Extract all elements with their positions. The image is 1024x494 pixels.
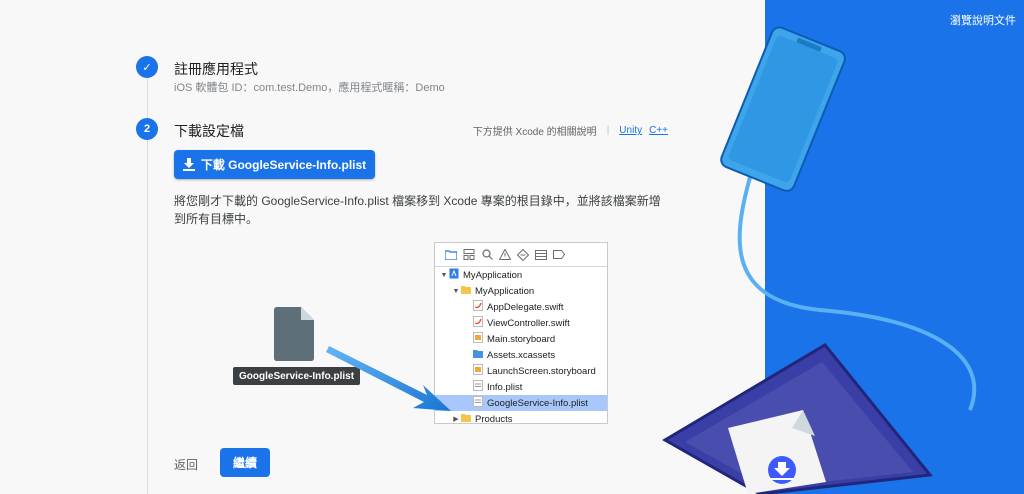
unity-link[interactable]: Unity <box>619 125 642 136</box>
tree-row-label: GoogleService-Info.plist <box>487 397 588 409</box>
swift-file-icon <box>473 316 487 330</box>
tree-row-label: ViewController.swift <box>487 317 570 329</box>
disclosure-collapsed-icon[interactable]: ▶ <box>451 415 461 423</box>
download-button-label: 下載 GoogleService-Info.plist <box>200 158 367 172</box>
tree-row[interactable]: ▶ Products <box>435 411 607 424</box>
list-icon <box>535 249 547 261</box>
help-separator: | <box>606 125 610 136</box>
xcode-toolbar <box>435 243 607 267</box>
storyboard-file-icon <box>473 332 487 346</box>
xcode-navigator: ▼ MyApplication ▼ MyApplication AppDelegate.… <box>434 242 608 424</box>
project-file-icon <box>449 268 463 282</box>
tree-row-label: Main.storyboard <box>487 333 556 345</box>
tree-row-label: MyApplication <box>475 285 535 297</box>
step1-subtitle: iOS 軟體包 ID：com.test.Demo，應用程式暱稱：Demo <box>174 82 445 94</box>
step2-title: 下載設定檔 <box>174 123 244 139</box>
tree-row[interactable]: Main.storyboard <box>435 331 607 347</box>
tree-row-label: Products <box>475 413 513 424</box>
tag-icon <box>553 249 565 261</box>
plist-file-icon <box>473 396 487 410</box>
warning-icon <box>499 249 511 261</box>
storyboard-file-icon <box>473 364 487 378</box>
step1-title: 註冊應用程式 <box>174 61 258 77</box>
phone-laptop-illustration <box>662 26 977 494</box>
plist-file-icon <box>274 307 314 361</box>
tree-row[interactable]: ▼ MyApplication <box>435 283 607 299</box>
folder-file-icon <box>461 284 475 298</box>
tree-row-label: MyApplication <box>463 269 523 281</box>
step1-check-icon: ✓ <box>136 56 158 78</box>
diamond-icon <box>517 248 529 261</box>
platform-help: 下方提供 Xcode 的相關說明 | Unity C++ <box>473 123 668 138</box>
download-icon <box>182 158 195 171</box>
folder-file-icon <box>461 412 475 423</box>
tree-row[interactable]: Info.plist <box>435 379 607 395</box>
hierarchy-icon <box>463 249 475 261</box>
plist-file-icon <box>473 380 487 394</box>
search-icon <box>481 249 493 261</box>
step2-description: 將您剛才下載的 GoogleService-Info.plist 檔案移到 Xc… <box>174 194 661 226</box>
tree-row-label: LaunchScreen.storyboard <box>487 365 596 377</box>
disclosure-expanded-icon[interactable]: ▼ <box>451 288 461 295</box>
drag-arrow-icon <box>326 346 451 411</box>
assets-file-icon <box>473 348 487 362</box>
disclosure-expanded-icon[interactable]: ▼ <box>439 272 449 279</box>
tree-row-label: Info.plist <box>487 381 523 393</box>
tree-row[interactable]: GoogleService-Info.plist <box>435 395 607 411</box>
tree-row[interactable]: Assets.xcassets <box>435 347 607 363</box>
step2-number: 2 <box>136 118 158 140</box>
continue-button[interactable]: 繼續 <box>220 448 270 477</box>
tree-row[interactable]: AppDelegate.swift <box>435 299 607 315</box>
tree-row[interactable]: LaunchScreen.storyboard <box>435 363 607 379</box>
tree-row-label: Assets.xcassets <box>487 349 556 361</box>
help-text: 下方提供 Xcode 的相關說明 <box>472 127 597 138</box>
swift-file-icon <box>473 300 487 314</box>
back-button[interactable]: 返回 <box>174 456 198 473</box>
tree-row[interactable]: ViewController.swift <box>435 315 607 331</box>
file-tree: ▼ MyApplication ▼ MyApplication AppDelegate.… <box>435 267 607 424</box>
step-rail <box>147 78 148 494</box>
download-plist-button[interactable]: 下載 GoogleService-Info.plist <box>174 150 375 179</box>
folder-icon <box>445 249 457 261</box>
tree-row[interactable]: ▼ MyApplication <box>435 267 607 283</box>
tree-row-label: AppDelegate.swift <box>487 301 564 313</box>
